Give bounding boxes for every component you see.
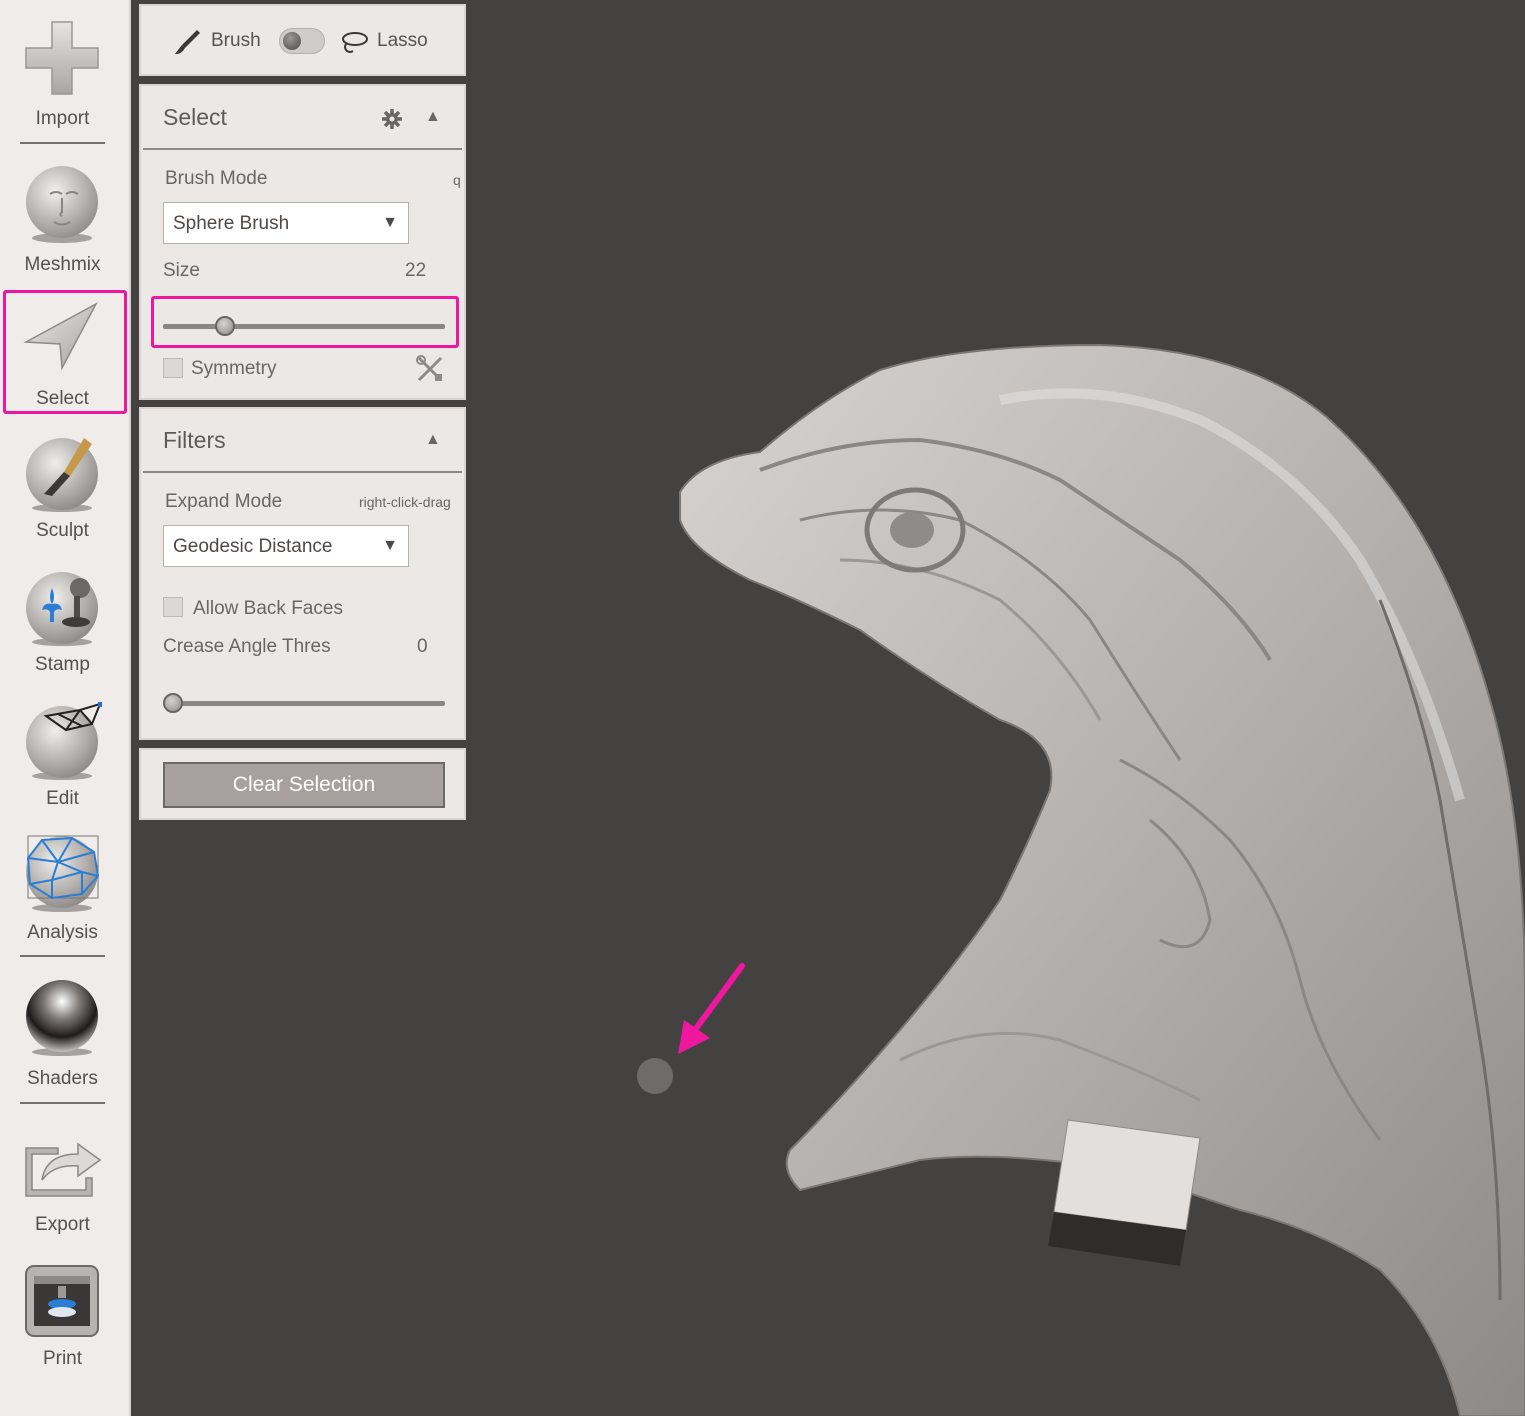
tool-label: Export xyxy=(35,1214,90,1235)
tool-shaders[interactable]: Shaders xyxy=(0,968,125,1092)
tool-edit[interactable]: Edit xyxy=(0,696,125,820)
annotation-arrow xyxy=(678,963,745,1054)
stamp-icon xyxy=(26,572,98,646)
tool-meshmix[interactable]: Meshmix xyxy=(0,150,125,280)
tool-label: Stamp xyxy=(35,654,90,675)
tool-sculpt[interactable]: Sculpt xyxy=(0,428,125,552)
tool-label: Import xyxy=(35,108,90,129)
3d-viewport[interactable] xyxy=(131,0,1525,1416)
tool-label: Analysis xyxy=(27,922,98,943)
tool-analysis[interactable]: Analysis xyxy=(0,830,125,954)
export-icon xyxy=(25,1142,102,1197)
select-arrow-icon xyxy=(23,302,98,371)
meshmix-head-icon xyxy=(26,166,98,243)
tool-label: Shaders xyxy=(27,1068,98,1089)
tool-label: Sculpt xyxy=(36,520,89,541)
tool-import[interactable]: Import xyxy=(0,0,125,140)
import-plus-icon xyxy=(25,21,99,95)
sculpted-model[interactable] xyxy=(679,343,1525,1416)
tool-label: Meshmix xyxy=(24,254,101,275)
base-cube[interactable] xyxy=(1048,1119,1201,1266)
edit-mesh-icon xyxy=(26,702,102,780)
tool-label: Print xyxy=(42,1348,83,1369)
shaders-sphere-icon xyxy=(26,980,98,1056)
tool-label: Edit xyxy=(46,788,79,809)
analysis-mesh-icon xyxy=(26,835,100,912)
tool-stamp[interactable]: Stamp xyxy=(0,562,125,686)
sculpt-brush-icon xyxy=(26,438,98,512)
tool-select[interactable]: Select xyxy=(0,290,125,414)
main-toolbar: Import Meshmix Select Sculpt Stamp Edit … xyxy=(0,0,131,1416)
toolbar-divider xyxy=(20,142,105,144)
toolbar-divider xyxy=(20,955,105,957)
brush-cursor xyxy=(637,1058,673,1094)
tool-export[interactable]: Export xyxy=(0,1120,125,1244)
print-icon xyxy=(25,1265,99,1337)
toolbar-divider xyxy=(20,1102,105,1104)
tool-print[interactable]: Print xyxy=(0,1256,125,1380)
tool-label: Select xyxy=(36,388,89,409)
